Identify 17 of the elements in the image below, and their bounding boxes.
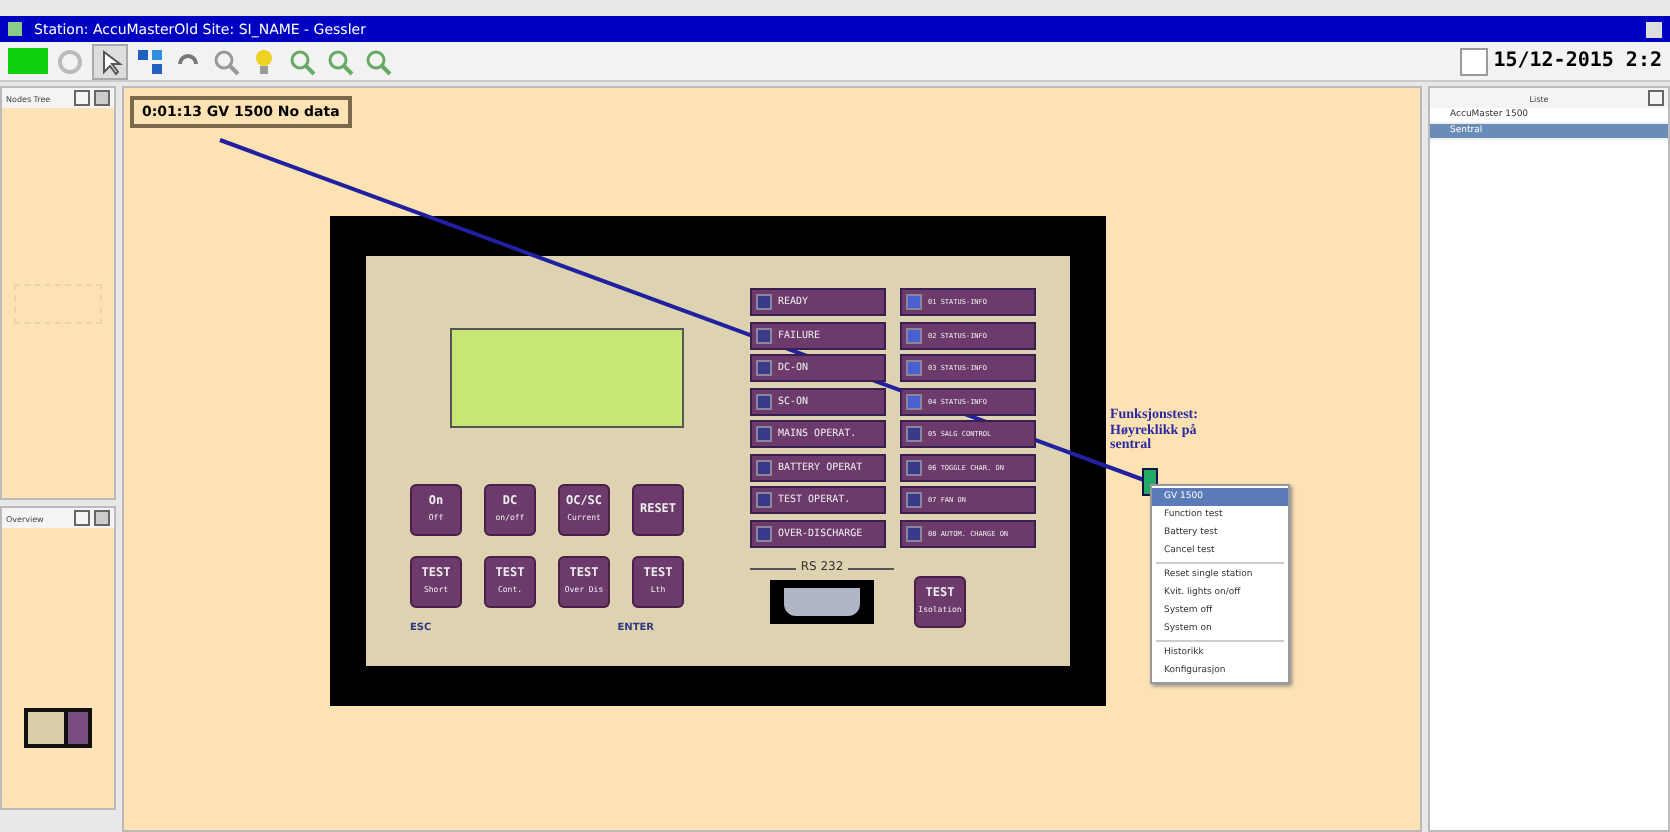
device-thumbnail-drawing — [24, 708, 92, 748]
dock-icon[interactable] — [74, 90, 90, 106]
zoom-icon[interactable] — [324, 45, 356, 77]
zoom-icon[interactable] — [362, 45, 394, 77]
close-icon[interactable] — [94, 90, 110, 106]
nodes-icon[interactable] — [134, 45, 166, 77]
zoom-icon[interactable] — [286, 45, 318, 77]
checkbox[interactable] — [1459, 47, 1488, 75]
date-time: 15/12-2015 2:2 — [1493, 50, 1662, 72]
window-button[interactable] — [1646, 21, 1662, 37]
pointer-icon[interactable] — [92, 43, 128, 79]
search-icon[interactable] — [210, 45, 242, 77]
dock-icon[interactable] — [74, 510, 90, 526]
app-icon — [8, 22, 22, 36]
dock-icon[interactable] — [1648, 90, 1664, 106]
close-icon[interactable] — [94, 510, 110, 526]
serial-port-drawing — [770, 579, 874, 623]
